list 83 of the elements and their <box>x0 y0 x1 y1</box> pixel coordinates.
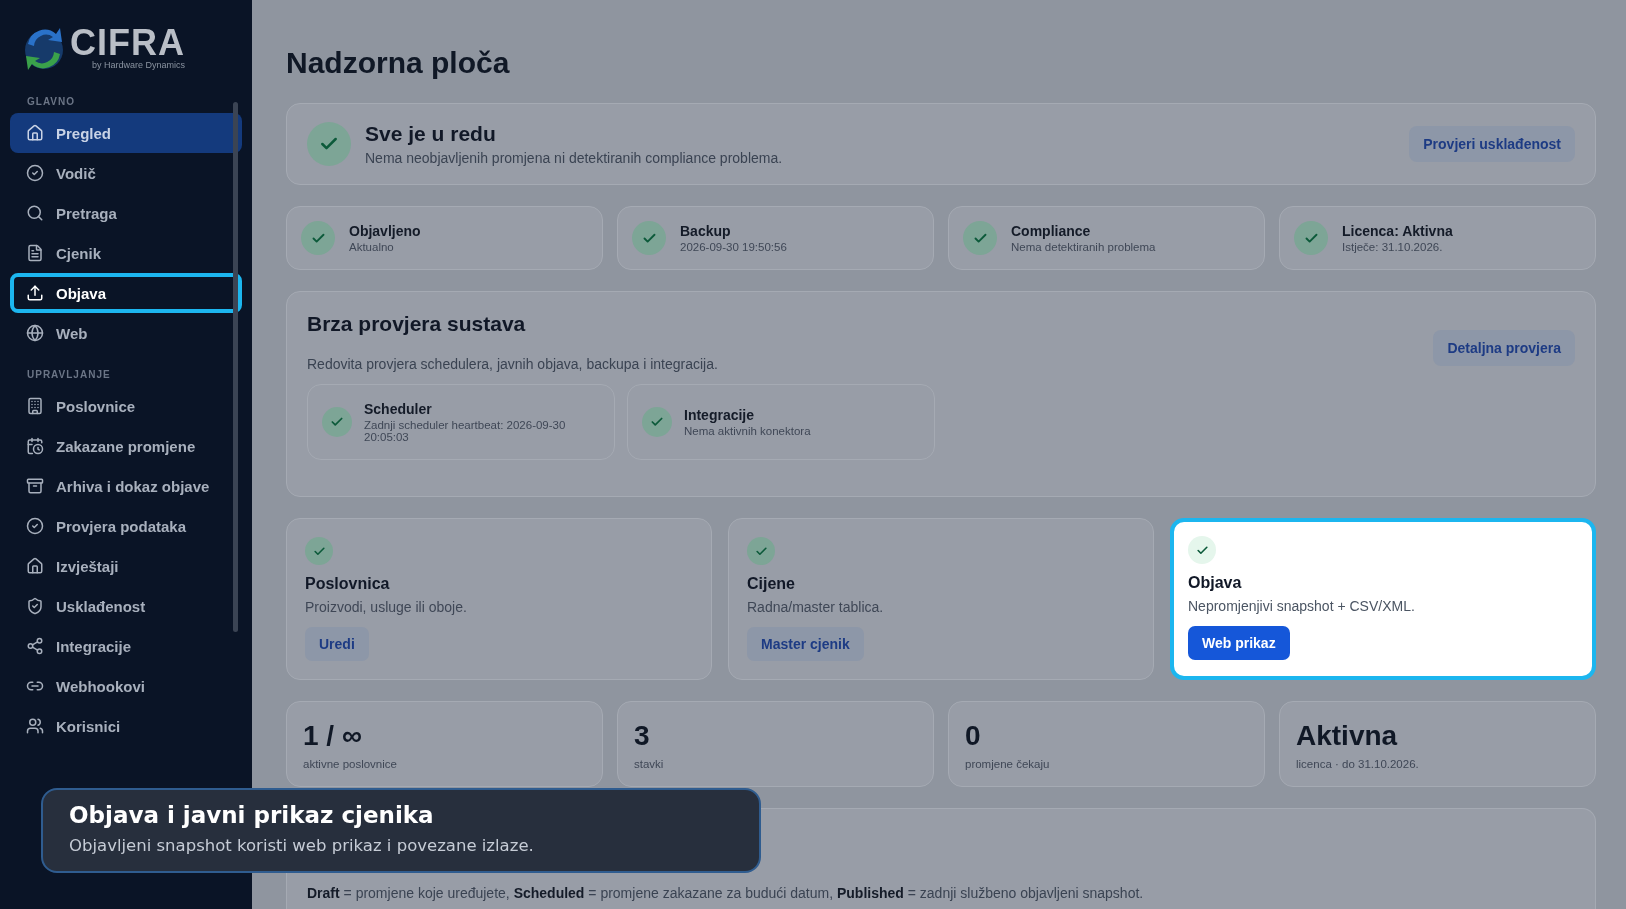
check-icon <box>747 537 775 565</box>
stat-caption: stavki <box>634 758 665 770</box>
archive-icon <box>26 477 44 495</box>
feature-button[interactable]: Web prikaz <box>1188 626 1290 660</box>
home-icon <box>26 124 44 142</box>
logo-name: CIFRA <box>70 26 185 60</box>
status-subtitle: Istječe: 31.10.2026. <box>1342 241 1444 253</box>
section-title: Brza provjera sustava <box>307 312 526 336</box>
check-icon <box>963 221 997 255</box>
sidebar-item[interactable]: Arhiva i dokaz objave <box>10 466 242 506</box>
feature-description: Radna/master tablica. <box>747 599 884 615</box>
stat-caption: licenca · do 31.10.2026. <box>1296 758 1420 770</box>
sidebar-item[interactable]: Pregled <box>10 113 242 153</box>
sidebar-item[interactable]: Web <box>10 313 242 353</box>
feature-title: Objava <box>1188 574 1242 592</box>
check-icon <box>322 407 352 437</box>
feature-button[interactable]: Master cjenik <box>747 627 864 661</box>
sidebar-item[interactable]: Integracije <box>10 626 242 666</box>
sidebar-item[interactable]: Korisnici <box>10 706 242 746</box>
feature-title: Cijene <box>747 575 795 593</box>
sidebar-item[interactable]: Zakazane promjene <box>10 426 242 466</box>
building-icon <box>26 397 44 415</box>
banner-title: Sve je u redu <box>365 122 497 146</box>
check-icon <box>1188 536 1216 564</box>
check-title: Integracije <box>684 407 756 423</box>
check-icon <box>632 221 666 255</box>
section-label: UPRAVLJANJE <box>27 369 112 380</box>
sidebar-item[interactable]: Pretraga <box>10 193 242 233</box>
stat-caption: aktivne poslovnice <box>303 758 398 770</box>
section-description: Redovita provjera schedulera, javnih objava, backupa i integracija. <box>307 356 719 372</box>
sidebar-item[interactable]: Usklađenost <box>10 586 242 626</box>
check-icon <box>305 537 333 565</box>
check-circle-icon <box>26 517 44 535</box>
status-subtitle: 2026-09-30 19:50:56 <box>680 241 788 253</box>
status-title: Compliance <box>1011 223 1092 239</box>
feature-button[interactable]: Uredi <box>305 627 369 661</box>
stat-value: 3 <box>634 720 651 752</box>
status-title: Objavljeno <box>349 223 422 239</box>
status-title: Backup <box>680 223 732 239</box>
sidebar-item[interactable]: Provjera podataka <box>10 506 242 546</box>
stat-value: 1 / ∞ <box>303 720 363 752</box>
feature-title: Poslovnica <box>305 575 390 593</box>
shield-icon <box>26 597 44 615</box>
sidebar-item[interactable]: Cjenik <box>10 233 242 273</box>
document-icon <box>26 244 44 262</box>
users-icon <box>26 717 44 735</box>
sidebar-item[interactable]: Izvještaji <box>10 546 242 586</box>
check-icon <box>301 221 335 255</box>
tooltip-text: Objavljeni snapshot koristi web prikaz i povezane izlaze. <box>69 836 535 855</box>
check-subtitle: Zadnji scheduler heartbeat: 2026-09-30 20:05:03 <box>364 419 567 443</box>
home-icon <box>26 557 44 575</box>
sidebar-item[interactable]: Objava <box>10 273 242 313</box>
stat-value: 0 <box>965 720 982 752</box>
check-subtitle: Nema aktivnih konektora <box>684 425 812 437</box>
sidebar-item[interactable]: Poslovnice <box>10 386 242 426</box>
feature-description: Nepromjenjivi snapshot + CSV/XML. <box>1188 598 1415 614</box>
status-title: Licenca: Aktivna <box>1342 223 1454 239</box>
scrollbar[interactable] <box>233 102 238 632</box>
status-subtitle: Nema detektiranih problema <box>1011 241 1157 253</box>
detailed-check-button[interactable]: Detaljna provjera <box>1433 330 1575 366</box>
check-circle-icon <box>26 164 44 182</box>
upload-icon <box>26 284 44 302</box>
check-icon <box>642 407 672 437</box>
page-title: Nadzorna ploča <box>286 46 511 80</box>
tooltip-title: Objava i javni prikaz cjenika <box>69 802 435 828</box>
calendar-icon <box>26 437 44 455</box>
stat-value: Aktivna <box>1296 720 1399 752</box>
search-icon <box>26 204 44 222</box>
check-icon <box>307 122 351 166</box>
feature-description: Proizvodi, usluge ili oboje. <box>305 599 467 615</box>
check-compliance-button[interactable]: Provjeri usklađenost <box>1409 126 1575 162</box>
sidebar-item[interactable]: Vodič <box>10 153 242 193</box>
status-subtitle: Aktualno <box>349 241 395 253</box>
check-icon <box>1294 221 1328 255</box>
logo-tagline: by Hardware Dynamics <box>91 60 185 70</box>
check-title: Scheduler <box>364 401 433 417</box>
stat-caption: promjene čekaju <box>965 758 1051 770</box>
globe-icon <box>26 324 44 342</box>
sidebar-item[interactable]: Webhookovi <box>10 666 242 706</box>
section-label: GLAVNO <box>27 96 77 107</box>
legend-text: Draft = promjene koje uređujete, Scheduled = promjene zakazane za budući datum, Published = zadnji službeno objavljeni snapshot. <box>307 885 1145 901</box>
share-icon <box>26 637 44 655</box>
banner-text: Nema neobjavljenih promjena ni detektiranih compliance problema. <box>365 150 784 166</box>
